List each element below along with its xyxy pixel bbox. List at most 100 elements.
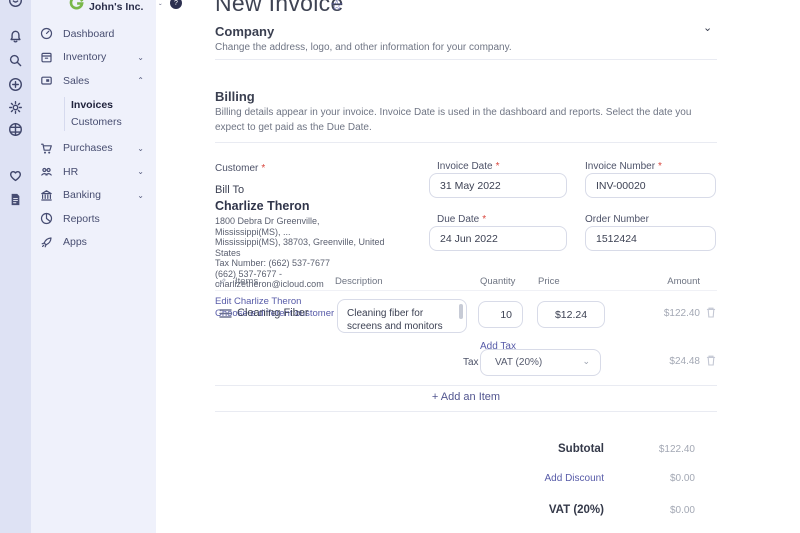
sidebar: John's Inc. ˆˇ ? Dashboard Inventory ⌄ S… [31, 0, 156, 533]
sales-icon [40, 74, 53, 87]
tax-amount: $24.48 [640, 356, 700, 367]
price-input[interactable] [537, 301, 605, 328]
document-icon[interactable] [8, 192, 23, 207]
search-icon[interactable] [8, 53, 23, 68]
invoice-date-label: Invoice Date* [437, 161, 500, 172]
rocket-icon [40, 236, 53, 249]
bill-to-label: Bill To [215, 184, 425, 196]
sidebar-item-customers[interactable]: Customers [65, 114, 156, 131]
chevron-down-icon: ⌄ [137, 53, 144, 62]
col-amount: Amount [660, 276, 700, 287]
sidebar-item-label: Inventory [63, 51, 106, 63]
order-number-label: Order Number [585, 214, 649, 225]
billing-section-description: Billing details appear in your invoice. … [215, 105, 717, 135]
heart-icon[interactable] [8, 168, 23, 183]
org-switcher[interactable]: John's Inc. ˆˇ ? [31, 0, 156, 20]
vat-value: $0.00 [610, 505, 695, 516]
item-description-input[interactable]: Cleaning fiber for screens and monitors [338, 300, 456, 333]
edit-columns-pencil-icon[interactable] [217, 277, 227, 287]
globe-icon[interactable] [8, 122, 23, 137]
sidebar-item-banking[interactable]: Banking ⌄ [31, 184, 156, 208]
company-section-title: Company [215, 24, 274, 39]
subtotal-label: Subtotal [215, 443, 604, 455]
invoice-number-label: Invoice Number* [585, 161, 662, 172]
required-marker: * [261, 163, 265, 174]
org-name: John's Inc. [89, 1, 143, 13]
customer-label: Customer [215, 163, 258, 174]
delete-tax-icon[interactable] [705, 354, 717, 367]
tax-label: Tax [463, 357, 479, 368]
sidebar-item-purchases[interactable]: Purchases ⌄ [31, 137, 156, 161]
customer-address-line2: Mississippi(MS), 38703, Greenville, Unit… [215, 237, 425, 248]
quantity-input[interactable] [478, 301, 523, 328]
item-description-field: Cleaning fiber for screens and monitors [337, 299, 467, 333]
dashboard-icon [40, 27, 53, 40]
subtotal-value: $122.40 [610, 444, 695, 455]
billing-section-title: Billing [215, 89, 255, 104]
gear-icon[interactable] [8, 100, 23, 115]
discount-value: $0.00 [610, 473, 695, 484]
page-title: New Invoice [215, 0, 344, 17]
chevron-down-icon: ⌄ [137, 144, 144, 153]
sidebar-item-invoices[interactable]: Invoices [65, 97, 156, 114]
divider [215, 411, 717, 412]
sidebar-item-inventory[interactable]: Inventory ⌄ [31, 46, 156, 70]
company-logo-icon [69, 0, 84, 11]
favorite-star-icon[interactable]: ☆ [330, 0, 343, 14]
sidebar-item-label: Banking [63, 189, 101, 201]
sidebar-item-sales[interactable]: Sales ⌃ [31, 69, 156, 93]
sidebar-item-label: Reports [63, 213, 100, 225]
add-discount-link[interactable]: Add Discount [215, 473, 604, 484]
order-number-input[interactable] [585, 226, 716, 251]
sidebar-item-hr[interactable]: HR ⌄ [31, 160, 156, 184]
bank-icon [40, 189, 53, 202]
divider [215, 385, 717, 386]
sidebar-item-label: Dashboard [63, 28, 114, 40]
chevron-up-icon: ⌃ [137, 76, 144, 85]
vat-label: VAT (20%) [215, 504, 604, 516]
customer-name: Charlize Theron [215, 199, 425, 213]
chevron-down-icon: ⌄ [137, 191, 144, 200]
company-section-description: Change the address, logo, and other info… [215, 40, 512, 55]
tax-select-value: VAT (20%) [495, 357, 542, 368]
customer-tax-number: Tax Number: (662) 537-7677 [215, 258, 425, 269]
sidebar-item-reports[interactable]: Reports [31, 207, 156, 231]
sidebar-item-label: Purchases [63, 142, 113, 154]
inventory-icon [40, 51, 53, 64]
org-badge[interactable]: ? [170, 0, 182, 9]
col-quantity: Quantity [480, 276, 515, 287]
chevron-down-icon: ⌄ [137, 167, 144, 176]
plus-circle-icon[interactable] [8, 77, 23, 92]
delete-item-icon[interactable] [705, 306, 717, 319]
row-amount: $122.40 [640, 308, 700, 319]
textarea-scrollbar[interactable] [459, 304, 463, 319]
sidebar-item-apps[interactable]: Apps [31, 231, 156, 255]
drag-handle-icon[interactable] [219, 308, 232, 319]
bell-icon[interactable] [8, 29, 23, 44]
new-invoice-page: John's Inc. ˆˇ ? Dashboard Inventory ⌄ S… [0, 0, 800, 533]
org-switch-chevrons-icon[interactable]: ˆˇ [159, 0, 162, 11]
invoice-date-input[interactable] [429, 173, 567, 198]
col-price: Price [538, 276, 560, 287]
due-date-input[interactable] [429, 226, 567, 251]
icon-rail [0, 0, 31, 533]
sales-submenu: Invoices Customers [64, 97, 156, 131]
invoice-number-input[interactable] [585, 173, 716, 198]
col-items: Items [235, 276, 258, 287]
due-date-label: Due Date* [437, 214, 486, 225]
tax-select[interactable]: VAT (20%) ⌄ [480, 349, 601, 376]
col-description: Description [335, 276, 383, 287]
customer-address-line3: States [215, 248, 425, 259]
add-item-button[interactable]: + Add an Item [215, 391, 717, 403]
chevron-down-icon: ⌄ [582, 356, 590, 367]
customer-address-line1: 1800 Debra Dr Greenville, Mississippi(MS… [215, 216, 380, 237]
cart-icon [40, 142, 53, 155]
sidebar-item-label: Sales [63, 75, 89, 87]
divider [215, 142, 717, 143]
customer-block: Customer* Bill To Charlize Theron 1800 D… [215, 158, 425, 320]
people-icon [40, 165, 53, 178]
sidebar-item-label: HR [63, 166, 78, 178]
avatar-icon[interactable] [8, 0, 23, 8]
company-collapse-icon[interactable]: ⌄ [703, 21, 712, 34]
sidebar-item-dashboard[interactable]: Dashboard [31, 22, 156, 46]
